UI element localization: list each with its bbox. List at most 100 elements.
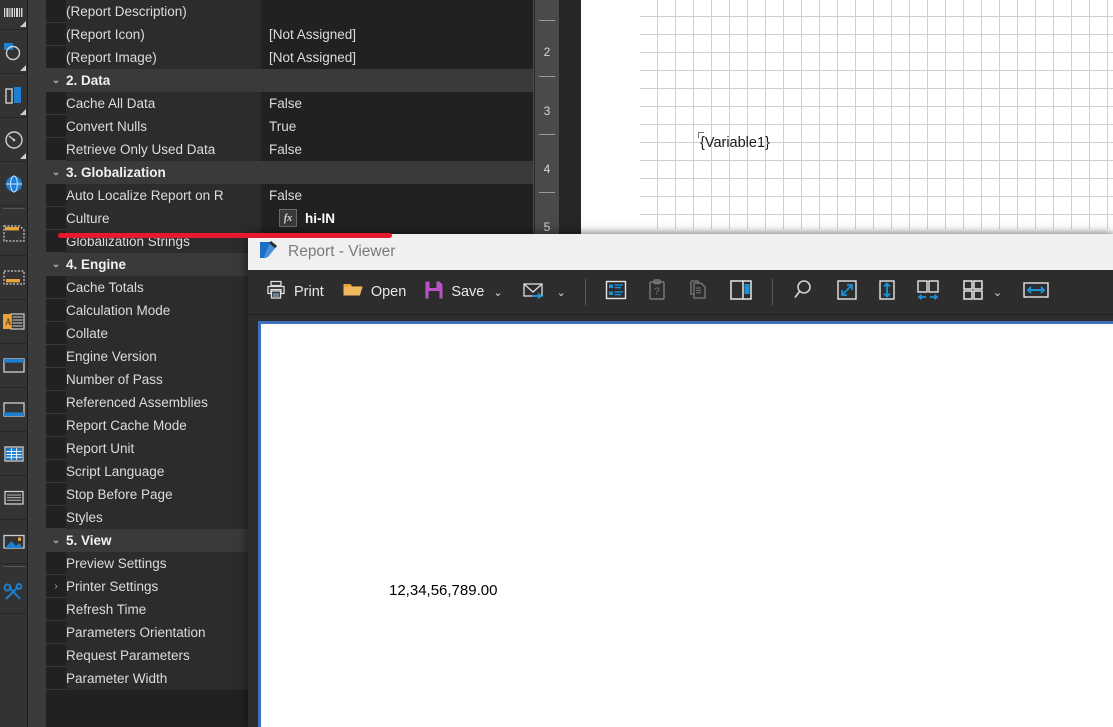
property-value[interactable]: [Not Assigned] [261,45,533,69]
report-design-canvas[interactable] [581,0,1113,240]
toolbox-item-tools-tool[interactable] [0,570,28,614]
chevron-down-icon[interactable]: ⌄ [493,286,502,299]
property-value[interactable]: True [261,114,533,138]
property-name: Parameters Orientation [66,620,261,644]
zoom-page-width-button[interactable] [826,274,868,310]
property-value[interactable]: False [261,91,533,115]
toolbox-item-page-header-tool[interactable] [0,388,28,432]
chevron-down-icon[interactable]: ⌄ [46,259,66,270]
report-amount-value: 12,34,56,789.00 [389,582,498,599]
ruler-tick [539,134,555,135]
two-page-view-button[interactable] [906,274,952,310]
open-button[interactable]: Open [333,274,415,310]
property-name: Collate [66,321,261,345]
save-button[interactable]: Save ⌄ [415,274,511,310]
dropdown-arrow-icon[interactable] [20,153,26,159]
property-name: Report Unit [66,436,261,460]
property-row[interactable]: Convert Nulls True [46,114,533,138]
barcode-icon [3,7,25,22]
toolbox-item-table-tool[interactable] [0,432,28,476]
property-name: Parameter Width [66,666,261,690]
property-value[interactable]: fx hi-IN [261,206,533,230]
toolbox-item-barcode-tool[interactable] [0,0,28,30]
property-value[interactable]: [Not Assigned] [261,22,533,46]
printer-icon [265,279,287,305]
zoom-button[interactable] [782,274,826,310]
clipboard-question-button[interactable]: ? [637,274,677,310]
toolbox-item-gauge-tool[interactable] [0,118,28,162]
property-value[interactable]: False [261,137,533,161]
dropdown-arrow-icon[interactable] [20,21,26,27]
chevron-right-icon[interactable]: › [46,581,66,592]
tools-icon [2,581,26,603]
zoom-page-height-button[interactable] [868,274,906,310]
fit-width-icon [1022,280,1050,304]
property-row[interactable]: Auto Localize Report on R False [46,183,533,207]
svg-text:A: A [5,317,12,327]
property-value[interactable]: False [261,183,533,207]
canvas-margin-strip [559,0,581,240]
toolbox-item-header-band-tool[interactable] [0,212,28,256]
design-grid [640,0,1113,230]
toolbar-separator-2 [771,279,773,305]
toolbox-item-text-lines-tool[interactable] [0,476,28,520]
chevron-down-icon[interactable]: ⌄ [46,75,66,86]
toolbox-item-text-band-tool[interactable]: A [0,300,28,344]
multi-page-view-button[interactable]: ⌄ [952,274,1012,310]
property-row[interactable]: (Report Image) [Not Assigned] [46,45,533,69]
toolbox-item-map-tool[interactable] [0,162,28,206]
property-name: Auto Localize Report on R [66,183,261,207]
print-button[interactable]: Print [256,274,333,310]
toolbox-item-footer-band-tool[interactable] [0,256,28,300]
toolbox-item-panel-tool[interactable] [0,344,28,388]
property-row[interactable]: Cache All Data False [46,91,533,115]
clipboard-question-icon: ? [647,279,667,305]
property-row[interactable]: (Report Icon) [Not Assigned] [46,22,533,46]
property-row[interactable]: (Report Description) [46,0,533,23]
toolbox-item-image-tool[interactable] [0,520,28,564]
property-name: 4. Engine [66,256,127,272]
report-page-sheet[interactable]: 12,34,56,789.00 [258,321,1113,727]
fit-vertical-icon [878,279,896,305]
toolbox-item-bar-chart-tool[interactable] [0,74,28,118]
property-name: 3. Globalization [66,164,166,180]
fit-width-button[interactable] [1012,274,1060,310]
ruler-tick [539,20,555,21]
report-viewer-app-icon [258,239,280,266]
dropdown-arrow-icon[interactable] [20,109,26,115]
property-value [166,161,533,184]
chevron-down-icon[interactable]: ⌄ [557,286,566,299]
design-variable-text[interactable]: {Variable1} [700,135,770,151]
property-row[interactable]: Retrieve Only Used Data False [46,137,533,161]
property-value[interactable] [261,0,533,23]
toolbox-item-chart-tool[interactable] [0,30,28,74]
send-email-button[interactable]: ⌄ [512,274,576,310]
four-page-icon [962,279,984,305]
bookmarks-panel-button[interactable] [719,274,763,310]
property-name: Stop Before Page [66,482,261,506]
property-value-text: hi-IN [305,210,335,226]
chevron-down-icon[interactable]: ⌄ [46,167,66,178]
property-name: (Report Image) [66,45,261,69]
two-page-icon [916,279,942,305]
copy-page-button[interactable] [677,274,719,310]
ruler-label: 5 [543,220,551,234]
expression-fx-icon[interactable]: fx [279,209,297,227]
property-category-row[interactable]: ⌄ 2. Data [46,69,533,92]
property-name: Culture [66,206,261,230]
property-name: Retrieve Only Used Data [66,137,261,161]
property-name: (Report Description) [66,0,261,23]
svg-text:?: ? [654,287,660,298]
property-name: Printer Settings [66,574,261,598]
parameters-panel-button[interactable] [595,274,637,310]
property-category-row[interactable]: ⌄ 3. Globalization [46,161,533,184]
globe-icon [3,173,25,195]
red-underline-annotation [58,233,392,238]
toolbox-gutter [28,0,46,727]
fit-diagonal-icon [836,279,858,305]
parameters-panel-icon [605,280,627,304]
chevron-down-icon[interactable]: ⌄ [993,286,1002,299]
dropdown-arrow-icon[interactable] [20,65,26,71]
chevron-down-icon[interactable]: ⌄ [46,535,66,546]
property-row[interactable]: Culture fx hi-IN [46,206,533,230]
